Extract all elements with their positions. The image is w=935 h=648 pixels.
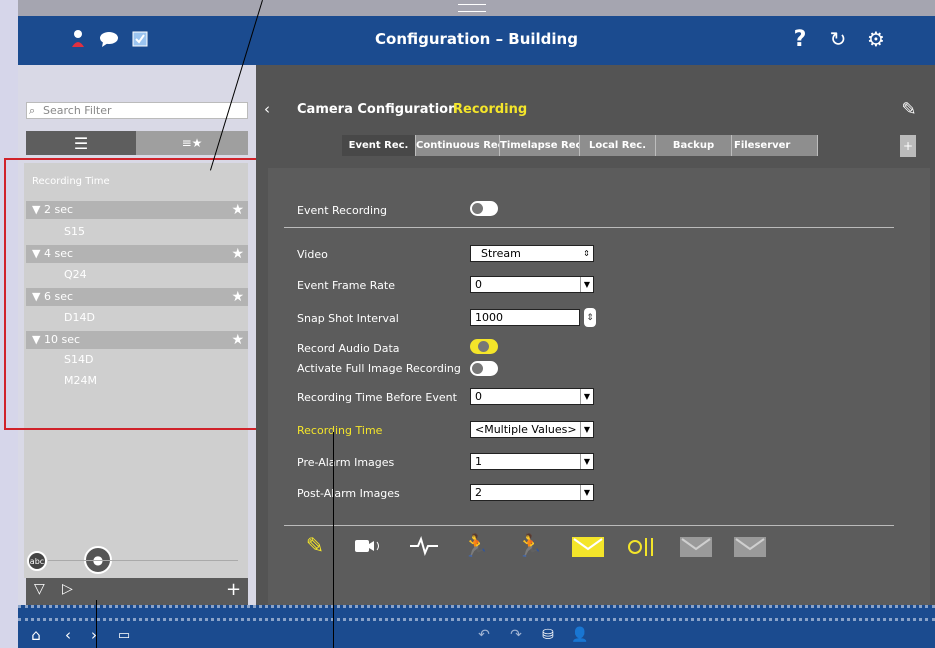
back-nav-icon[interactable]: ‹ xyxy=(60,625,76,645)
search-input[interactable]: ⌕ Search Filter xyxy=(26,102,248,119)
top-drag-strip[interactable] xyxy=(18,0,935,16)
divider xyxy=(48,560,238,561)
motion-active-icon[interactable]: 🏃 xyxy=(516,532,544,560)
full-image-label: Activate Full Image Recording xyxy=(297,362,461,375)
bottom-toolbar: ⌂ ‹ › ▭ ↶ ↷ ⛁ 👤 xyxy=(18,621,935,648)
help-icon[interactable]: ? xyxy=(788,26,812,52)
user-settings-icon[interactable]: 👤 xyxy=(570,625,590,645)
tab-backup[interactable]: Backup xyxy=(656,135,732,156)
highlight-box xyxy=(4,158,268,430)
tab-local-rec[interactable]: Local Rec. xyxy=(580,135,656,156)
snap-shot-interval-label: Snap Shot Interval xyxy=(297,312,399,325)
search-icon: ⌕ xyxy=(29,104,36,117)
tab-list-view[interactable]: ☰ xyxy=(26,131,136,155)
tab-continuous-rec[interactable]: Continuous Rec. xyxy=(416,135,500,156)
full-image-toggle[interactable] xyxy=(470,361,498,376)
back-icon[interactable]: ‹ xyxy=(264,100,270,118)
event-recording-toggle[interactable] xyxy=(470,201,498,216)
filter-icon[interactable]: ▽ xyxy=(34,581,45,597)
record-audio-toggle[interactable] xyxy=(470,339,498,354)
record-audio-label: Record Audio Data xyxy=(297,342,400,355)
stepper-icon[interactable]: ⇕ xyxy=(584,308,596,327)
page-subtitle: Recording xyxy=(453,102,528,117)
tab-timelapse-rec[interactable]: Timelapse Rec. xyxy=(500,135,580,156)
notes-icon[interactable]: ✎ xyxy=(896,97,922,121)
snap-shot-interval-value: 1000 xyxy=(475,311,503,324)
post-alarm-select[interactable]: 2 ▼ xyxy=(470,484,594,501)
event-frame-rate-label: Event Frame Rate xyxy=(297,279,396,292)
checkbox-icon[interactable] xyxy=(130,29,150,49)
video-label: Video xyxy=(297,248,328,261)
divider xyxy=(284,227,894,228)
recording-time-before-select[interactable]: 0 ▼ xyxy=(470,388,594,405)
post-alarm-value: 2 xyxy=(475,486,482,499)
refresh-icon[interactable]: ↻ xyxy=(826,26,850,52)
database-icon[interactable]: ⛁ xyxy=(538,625,558,645)
post-alarm-label: Post-Alarm Images xyxy=(297,487,400,500)
recording-time-before-value: 0 xyxy=(475,390,482,403)
search-placeholder: Search Filter xyxy=(43,104,112,117)
annotation-line xyxy=(333,432,334,648)
tab-fileserver[interactable]: Fileserver xyxy=(732,135,818,156)
video-select[interactable]: Stream ⇕ xyxy=(470,245,594,262)
tab-favorites-view[interactable]: ≡★ xyxy=(136,131,248,155)
pre-alarm-select[interactable]: 1 ▼ xyxy=(470,453,594,470)
pen-icon[interactable]: ✎ xyxy=(302,532,328,560)
email-active-icon[interactable] xyxy=(572,537,604,557)
event-frame-rate-value: 0 xyxy=(475,278,482,291)
add-tab-button[interactable]: + xyxy=(900,135,916,157)
settings-icon[interactable]: ⚙ xyxy=(864,26,888,52)
recording-time-value: <Multiple Values> xyxy=(475,423,577,436)
tab-event-rec[interactable]: Event Rec. xyxy=(342,135,416,156)
recording-time-before-label: Recording Time Before Event xyxy=(297,391,457,404)
breadcrumb: Camera Configuration xyxy=(297,102,458,117)
annotation-line xyxy=(96,600,97,648)
title-bar: Configuration – Building ? ↻ ⚙ xyxy=(18,16,935,65)
event-recording-label: Event Recording xyxy=(297,204,388,217)
pre-alarm-value: 1 xyxy=(475,455,482,468)
list-footer: ▽ ▷ + xyxy=(26,578,248,605)
divider xyxy=(284,525,894,526)
pre-alarm-label: Pre-Alarm Images xyxy=(297,456,395,469)
recording-time-select[interactable]: <Multiple Values> ▼ xyxy=(470,421,594,438)
motion-icon[interactable]: 🏃 xyxy=(462,532,490,560)
screen-icon[interactable]: ▭ xyxy=(114,625,134,645)
home-icon[interactable]: ⌂ xyxy=(26,625,46,645)
forward-nav-icon[interactable]: › xyxy=(86,625,102,645)
user-icon[interactable] xyxy=(68,27,88,51)
play-icon[interactable]: ▷ xyxy=(62,581,73,597)
snap-shot-interval-input[interactable]: 1000 xyxy=(470,309,580,326)
bottom-drag-strip[interactable] xyxy=(18,605,935,621)
redo-icon[interactable]: ↷ xyxy=(506,625,526,645)
email-icon[interactable] xyxy=(680,537,712,557)
recording-time-label: Recording Time xyxy=(297,424,383,437)
email-icon-2[interactable] xyxy=(734,537,766,557)
grip-icon xyxy=(458,4,486,12)
chat-icon[interactable] xyxy=(98,29,120,49)
undo-icon[interactable]: ↶ xyxy=(474,625,494,645)
camera-audio-icon[interactable] xyxy=(352,535,384,557)
heartbeat-icon[interactable] xyxy=(408,535,440,557)
signal-icon[interactable] xyxy=(626,535,658,559)
abc-icon[interactable]: abc xyxy=(27,551,47,571)
add-icon[interactable]: + xyxy=(226,579,241,600)
video-value: Stream xyxy=(481,247,521,260)
event-frame-rate-select[interactable]: 0 ▼ xyxy=(470,276,594,293)
